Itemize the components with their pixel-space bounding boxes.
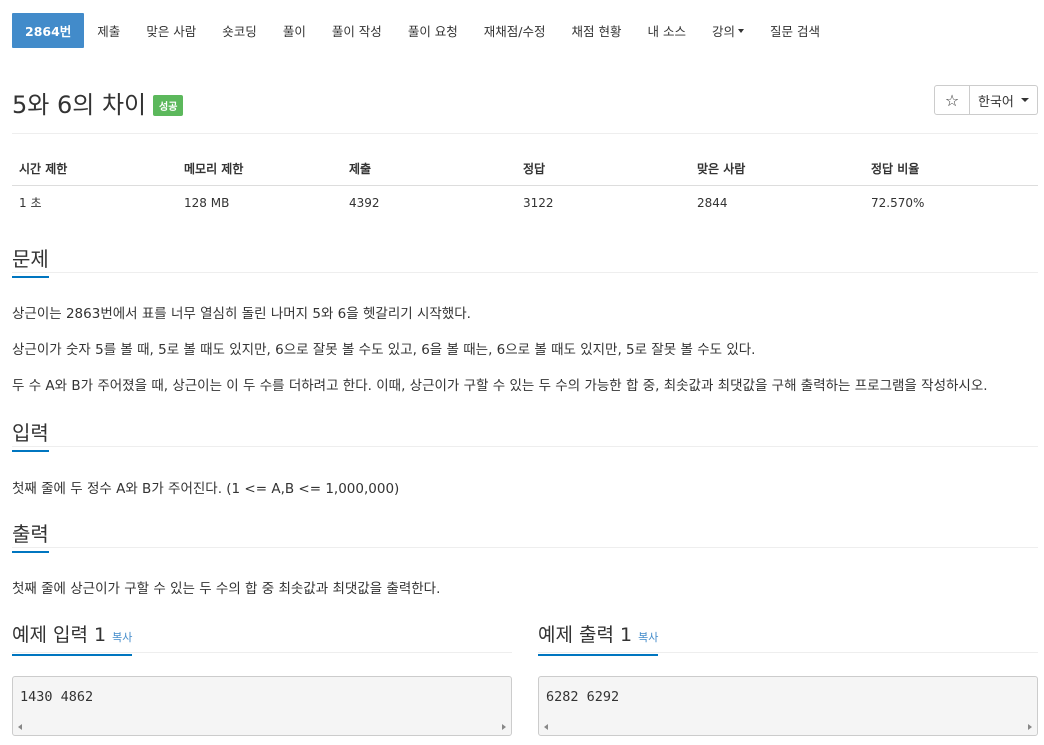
horizontal-scrollbar[interactable] <box>14 721 510 735</box>
problem-heading: 문제 <box>12 243 49 278</box>
tab-request-solution[interactable]: 풀이 요청 <box>395 13 471 48</box>
header-memory-limit: 메모리 제한 <box>177 152 342 186</box>
copy-output-button[interactable]: 복사 <box>638 631 658 644</box>
header-solvers: 맞은 사람 <box>690 152 864 186</box>
output-heading: 출력 <box>12 518 49 553</box>
problem-paragraph-1: 상근이는 2863번에서 표를 너무 열심히 돌린 나머지 5와 6을 헷갈리기… <box>12 306 471 322</box>
tab-solutions[interactable]: 풀이 <box>270 13 319 48</box>
status-badge: 성공 <box>153 95 184 116</box>
header-accept-ratio: 정답 비율 <box>864 152 1038 186</box>
tab-solvers[interactable]: 맞은 사람 <box>133 13 209 48</box>
problem-section-header: 문제 <box>12 243 1038 278</box>
divider <box>12 133 1038 134</box>
header-accepted: 정답 <box>516 152 690 186</box>
example-output-box[interactable]: 6282 6292 <box>538 676 1038 736</box>
tab-write-solution[interactable]: 풀이 작성 <box>319 13 395 48</box>
header-actions: ☆ 한국어 <box>934 85 1038 115</box>
tab-lectures[interactable]: 강의 <box>699 13 757 48</box>
language-label: 한국어 <box>978 94 1014 110</box>
problem-paragraph-3: 두 수 A와 B가 주어졌을 때, 상근이는 이 두 수를 더하려고 한다. 이… <box>12 378 988 394</box>
example-input-panel: 예제 입력 1 복사 1430 4862 <box>12 620 512 745</box>
scroll-right-icon[interactable] <box>1028 724 1032 730</box>
tab-rejudge[interactable]: 재채점/수정 <box>471 13 559 48</box>
scroll-left-icon[interactable] <box>18 724 22 730</box>
example-input-title: 예제 입력 1 <box>12 624 107 646</box>
tab-problem-number[interactable]: 2864번 <box>12 13 85 48</box>
chevron-down-icon <box>1021 98 1029 102</box>
tab-my-source[interactable]: 내 소스 <box>635 13 699 48</box>
accepted-value: 3122 <box>523 195 554 210</box>
output-description: 첫째 줄에 상근이가 구할 수 있는 두 수의 합 중 최솟값과 최댓값을 출력… <box>12 581 441 597</box>
scroll-left-icon[interactable] <box>544 724 548 730</box>
tab-lectures-label: 강의 <box>711 24 735 39</box>
memory-limit-value: 128 MB <box>184 195 230 210</box>
table-row: 1 초 128 MB 4392 3122 2844 72.570% <box>12 186 1038 220</box>
table-header-row: 시간 제한 메모리 제한 제출 정답 맞은 사람 정답 비율 <box>12 152 1038 186</box>
language-dropdown[interactable]: 한국어 <box>970 85 1038 115</box>
example-output-content: 6282 6292 <box>546 689 620 705</box>
star-icon: ☆ <box>944 90 960 110</box>
time-limit-value: 1 초 <box>19 196 42 210</box>
problem-info-table: 시간 제한 메모리 제한 제출 정답 맞은 사람 정답 비율 1 초 128 M… <box>12 152 1038 219</box>
tab-question-search[interactable]: 질문 검색 <box>757 13 833 48</box>
problem-header: 5와 6의 차이 성공 ☆ 한국어 <box>12 83 1038 123</box>
example-input-content: 1430 4862 <box>20 689 94 705</box>
input-description: 첫째 줄에 두 정수 A와 B가 주어진다. (1 <= A,B <= 1,00… <box>12 481 400 497</box>
copy-input-button[interactable]: 복사 <box>112 631 132 644</box>
scroll-right-icon[interactable] <box>502 724 506 730</box>
tab-status[interactable]: 채점 현황 <box>559 13 635 48</box>
example-input-header: 예제 입력 1 복사 <box>12 620 512 656</box>
star-button[interactable]: ☆ <box>934 85 970 115</box>
example-output-panel: 예제 출력 1 복사 6282 6292 <box>538 620 1038 745</box>
example-output-header: 예제 출력 1 복사 <box>538 620 1038 656</box>
tab-submit[interactable]: 제출 <box>84 13 133 48</box>
header-submissions: 제출 <box>342 152 516 186</box>
problem-paragraph-2: 상근이가 숫자 5를 볼 때, 5로 볼 때도 있지만, 6으로 잘못 볼 수도… <box>12 342 756 358</box>
output-section-header: 출력 <box>12 518 1038 553</box>
example-output-title: 예제 출력 1 <box>538 624 633 646</box>
chevron-down-icon <box>738 28 744 33</box>
input-heading: 입력 <box>12 417 49 452</box>
example-input-heading: 예제 입력 1 복사 <box>12 620 133 656</box>
page-title: 5와 6의 차이 <box>12 91 147 119</box>
horizontal-scrollbar[interactable] <box>540 721 1036 735</box>
example-output-heading: 예제 출력 1 복사 <box>538 620 659 656</box>
tab-short-coding[interactable]: 숏코딩 <box>209 13 270 48</box>
input-section-header: 입력 <box>12 417 1038 452</box>
example-input-box[interactable]: 1430 4862 <box>12 676 512 736</box>
submissions-value: 4392 <box>349 195 380 210</box>
accept-ratio-value: 72.570% <box>871 195 925 210</box>
solvers-value: 2844 <box>697 195 728 210</box>
problem-tabs: 2864번 제출 맞은 사람 숏코딩 풀이 풀이 작성 풀이 요청 재채점/수정… <box>12 13 833 49</box>
header-time-limit: 시간 제한 <box>12 152 177 186</box>
